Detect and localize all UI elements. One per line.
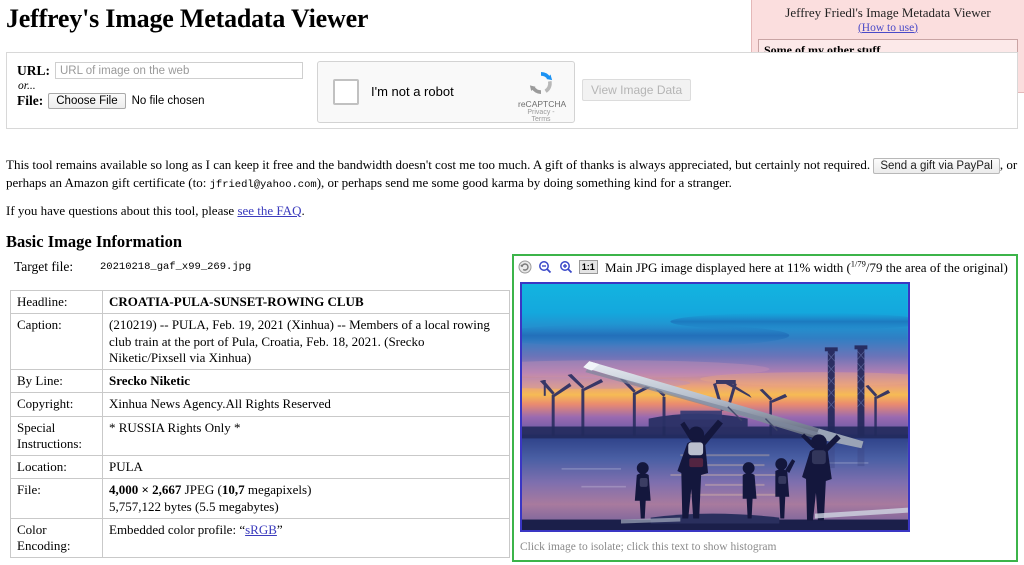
file-row: File: Choose File No file chosen <box>17 93 317 109</box>
promo-title: Jeffrey Friedl's Image Metadata Viewer <box>785 5 991 20</box>
intro-text-part-1: This tool remains available so long as I… <box>6 157 871 172</box>
zoom-percent: 11% width <box>786 259 844 275</box>
row-value: (210219) -- PULA, Feb. 19, 2021 (Xinhua)… <box>102 313 510 370</box>
zoom-in-icon[interactable] <box>559 260 573 274</box>
row-value: PULA <box>102 454 510 480</box>
table-row-color: Color Encoding: Embedded color profile: … <box>10 517 510 559</box>
faq-text-prefix: If you have questions about this tool, p… <box>6 203 235 218</box>
row-value: CROATIA-PULA-SUNSET-ROWING CLUB <box>102 289 510 315</box>
row-key: Color Encoding: <box>10 517 103 559</box>
no-file-chosen-text: No file chosen <box>131 95 205 107</box>
color-profile-suffix: ” <box>276 521 283 537</box>
faq-link[interactable]: see the FAQ <box>237 203 301 218</box>
recaptcha-legal-text[interactable]: Privacy - Terms <box>518 109 564 123</box>
row-key: Copyright: <box>10 392 103 417</box>
metadata-table: Headline: CROATIA-PULA-SUNSET-ROWING CLU… <box>10 289 510 559</box>
row-value: 4,000 × 2,667 JPEG (10,7 megapixels) 5,7… <box>102 478 510 519</box>
rotate-icon[interactable] <box>518 260 532 274</box>
image-preview-panel: 1:1 Main JPG image displayed here at 11%… <box>512 254 1018 562</box>
url-row: URL: <box>17 62 317 79</box>
table-row: By Line: Srecko Niketic <box>10 368 510 394</box>
row-key: Headline: <box>10 289 103 315</box>
faq-text-suffix: . <box>301 203 305 218</box>
upload-form: URL: or... File: Choose File No file cho… <box>6 52 1018 129</box>
table-row: Location: PULA <box>10 454 510 480</box>
recaptcha-icon <box>529 72 553 94</box>
image-panel-header-text: Main JPG image displayed here at 11% wid… <box>605 258 1008 275</box>
intro-text-part-3: ), or perhaps send me some good karma by… <box>316 175 732 190</box>
row-key: Special Instructions: <box>10 415 103 456</box>
file-dimensions: 4,000 × 2,667 <box>109 482 182 498</box>
fraction-open: ( <box>843 259 851 275</box>
row-value: Xinhua News Agency.All Rights Reserved <box>102 392 510 417</box>
fraction-numerator: 1/79 <box>850 258 866 269</box>
how-to-use-link-wrap: (How to use) <box>752 22 1024 34</box>
main-image-thumbnail[interactable] <box>520 282 910 532</box>
file-bytes: 5,757,122 bytes (5.5 megabytes) <box>109 498 279 514</box>
file-label: File: <box>17 93 44 108</box>
srgb-link[interactable]: sRGB <box>245 522 277 537</box>
intro-paragraph-2: If you have questions about this tool, p… <box>6 202 1018 220</box>
row-value: Embedded color profile: “sRGB” <box>102 517 510 559</box>
target-file-value: 20210218_gaf_x99_269.jpg <box>100 261 252 273</box>
view-image-data-button[interactable]: View Image Data <box>582 79 692 101</box>
recaptcha-widget[interactable]: I'm not a robot reCAPTCHA Privacy - Term… <box>317 61 575 123</box>
basic-info-heading: Basic Image Information <box>6 232 182 251</box>
actual-size-button[interactable]: 1:1 <box>578 260 598 275</box>
how-to-use-link[interactable]: (How to use) <box>858 22 918 34</box>
contact-email: jfriedl@yahoo.com <box>209 179 317 191</box>
choose-file-button[interactable]: Choose File <box>48 93 126 109</box>
table-row-file: File: 4,000 × 2,667 JPEG (10,7 megapixel… <box>10 478 510 519</box>
url-label: URL: <box>17 62 50 78</box>
image-panel-header: 1:1 Main JPG image displayed here at 11%… <box>514 256 1016 277</box>
row-value: Srecko Niketic <box>102 368 510 394</box>
histogram-hint-text[interactable]: Click image to isolate; click this text … <box>520 541 776 553</box>
file-megapixels-suffix: megapixels) <box>244 482 312 498</box>
target-file-label: Target file: <box>14 259 74 274</box>
or-text: or... <box>18 80 36 92</box>
fraction-denominator: /79 <box>865 259 883 275</box>
table-row: Headline: CROATIA-PULA-SUNSET-ROWING CLU… <box>10 289 510 315</box>
color-profile-prefix: Embedded color profile: “ <box>109 521 246 537</box>
harbor-sunset-photo[interactable] <box>522 284 908 531</box>
row-key: By Line: <box>10 368 103 394</box>
url-input[interactable] <box>55 62 303 79</box>
file-format: JPEG ( <box>181 482 222 498</box>
zoom-out-icon[interactable] <box>538 260 552 274</box>
recaptcha-branding: reCAPTCHA Privacy - Terms <box>518 68 567 123</box>
row-value: * RUSSIA Rights Only * <box>102 415 510 456</box>
row-key: Location: <box>10 454 103 480</box>
paypal-gift-button[interactable]: Send a gift via PayPal <box>873 158 1000 174</box>
row-key: File: <box>10 478 103 519</box>
recaptcha-checkbox[interactable] <box>333 79 359 105</box>
fraction-tail: the area of the original) <box>882 259 1008 275</box>
recaptcha-label: I'm not a robot <box>371 84 454 99</box>
recaptcha-brand-text: reCAPTCHA <box>518 99 567 109</box>
row-key: Caption: <box>10 313 103 370</box>
table-row: Copyright: Xinhua News Agency.All Rights… <box>10 392 510 417</box>
header-prefix: Main JPG image displayed here at <box>605 259 787 275</box>
table-row: Special Instructions: * RUSSIA Rights On… <box>10 415 510 456</box>
table-row: Caption: (210219) -- PULA, Feb. 19, 2021… <box>10 313 510 370</box>
form-left-column: URL: or... File: Choose File No file cho… <box>17 62 317 109</box>
intro-paragraph-1: This tool remains available so long as I… <box>6 156 1018 192</box>
file-megapixels: 10,7 <box>221 482 245 498</box>
